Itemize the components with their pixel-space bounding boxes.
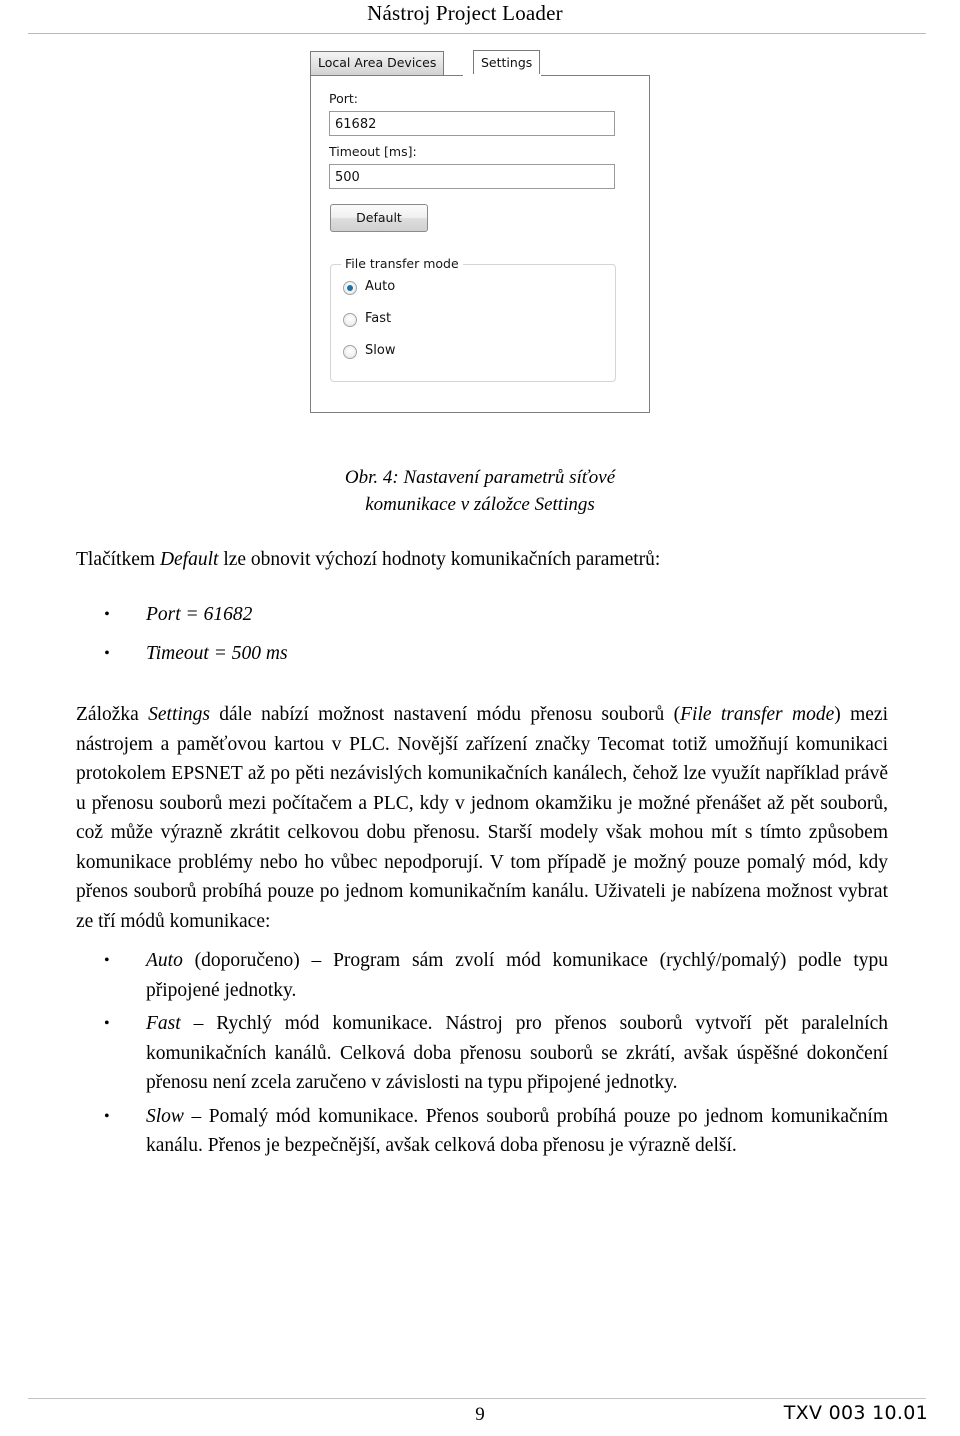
paragraph-part-3: ) mezi nástrojem a paměťovou kartou v PL… [76,704,888,932]
lead-paragraph: Tlačítkem Default lze obnovit výchozí ho… [76,545,886,575]
figure-caption-line-2: komunikace v záložce Settings [365,494,595,515]
radio-fast-label: Fast [365,311,392,326]
document-code: TXV 003 10.01 [783,1402,928,1424]
radio-slow-icon [343,345,357,359]
file-transfer-mode-groupbox: File transfer mode Auto Fast Slow [330,256,616,382]
tab-settings-label: Settings [481,55,533,70]
settings-dialog-screenshot: Local Area Devices Settings Port: Timeou… [299,50,661,440]
list-item-text: Port = 61682 [146,604,253,625]
footer-divider [28,1398,926,1399]
paragraph-part-1: Záložka [76,704,149,725]
radio-fast-icon [343,313,357,327]
paragraph-italic-file-transfer-mode: File transfer mode [680,704,835,725]
list-item-text: – Pomalý mód komunikace. Přenos souborů … [146,1105,888,1157]
paragraph-italic-settings: Settings [148,704,210,725]
header-divider [28,33,926,34]
port-label: Port: [329,91,358,106]
timeout-label: Timeout [ms]: [329,144,417,159]
list-item-term: Auto [146,950,183,971]
figure-caption-line-1: Obr. 4: Nastavení parametrů síťové [344,467,616,488]
tab-local-area-devices-label: Local Area Devices [318,55,437,70]
lead-prefix: Tlačítkem [76,549,160,570]
list-item: • Port = 61682 [76,600,886,630]
bullet-icon: • [104,644,110,662]
tab-local-area-devices[interactable]: Local Area Devices [310,51,445,75]
timeout-input[interactable] [329,164,615,189]
transfer-mode-list: • Auto (doporučeno) – Program sám zvolí … [76,946,888,1165]
radio-auto-label: Auto [365,279,396,294]
list-item-term: Slow [146,1105,184,1127]
page-title: Nástroj Project Loader [367,1,563,25]
main-paragraph: Záložka Settings dále nabízí možnost nas… [76,700,888,936]
port-input[interactable] [329,111,615,136]
list-item: • Fast – Rychlý mód komunikace. Nástroj … [76,1009,888,1098]
list-item-text: – Rychlý mód komunikace. Nástroj pro pře… [146,1013,888,1093]
bullet-icon: • [104,1015,110,1032]
list-item-term: Fast [146,1013,181,1034]
list-item-text: Timeout = 500 ms [146,642,288,664]
default-values-list: • Port = 61682 • Timeout = 500 ms [76,600,886,677]
tab-strip: Local Area Devices Settings [310,50,560,76]
tab-settings[interactable]: Settings [473,50,541,76]
radio-slow-label: Slow [365,343,396,358]
list-item: • Auto (doporučeno) – Program sám zvolí … [76,946,888,1005]
list-item: • Slow – Pomalý mód komunikace. Přenos s… [76,1102,888,1161]
bullet-icon: • [104,1107,110,1125]
bullet-icon: • [104,952,110,969]
bullet-icon: • [104,606,110,623]
lead-suffix: lze obnovit výchozí hodnoty komunikačníc… [218,549,661,570]
paragraph-part-2: dále nabízí možnost nastavení módu přeno… [209,704,681,725]
file-transfer-mode-title: File transfer mode [341,256,463,271]
lead-italic-term: Default [159,549,219,570]
figure-caption: Obr. 4: Nastavení parametrů síťové komun… [60,464,900,518]
tab-panel-seam [463,74,541,77]
radio-auto-icon [343,281,357,295]
settings-tab-panel: Port: Timeout [ms]: Default File transfe… [310,75,650,413]
page-header: Nástroj Project Loader [0,0,960,38]
list-item: • Timeout = 500 ms [76,639,886,669]
default-button[interactable]: Default [330,204,428,232]
list-item-text: (doporučeno) – Program sám zvolí mód kom… [146,950,888,1001]
